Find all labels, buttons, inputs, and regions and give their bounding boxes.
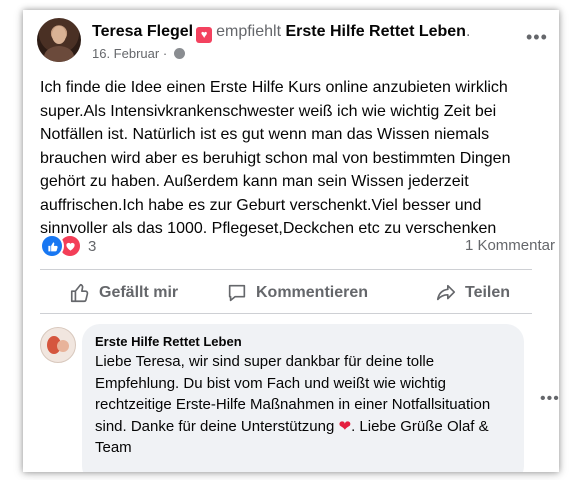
share-button-label: Teilen xyxy=(465,284,511,301)
date-separator: · xyxy=(162,46,168,61)
post-meta: 16. Februar · xyxy=(92,46,185,61)
author-avatar[interactable] xyxy=(37,18,81,62)
comment-count-link[interactable]: 1 Kommentar xyxy=(465,237,555,254)
reaction-summary[interactable]: 3 xyxy=(40,234,97,258)
comment-text: Liebe Teresa, wir sind super dankbar für… xyxy=(95,351,515,459)
like-button[interactable]: Gefällt mir xyxy=(69,280,178,306)
header-period: . xyxy=(465,23,471,40)
like-button-label: Gefällt mir xyxy=(99,284,179,301)
more-horizontal-icon[interactable]: ••• xyxy=(526,28,548,46)
recommend-verb: empfiehlt xyxy=(216,23,282,40)
recommended-page-name[interactable]: Erste Hilfe Rettet Leben xyxy=(285,23,465,40)
post-date[interactable]: 16. Februar xyxy=(92,46,159,61)
comment-author[interactable]: Erste Hilfe Rettet Leben xyxy=(95,334,242,349)
recommend-heart-badge-icon: ♥ xyxy=(196,27,213,43)
post-header: Teresa Flegel ♥ empfiehlt Erste Hilfe Rett… xyxy=(92,22,470,43)
globe-icon xyxy=(173,48,185,59)
comment-bubble-icon xyxy=(228,284,246,302)
share-arrow-icon xyxy=(436,284,456,301)
post-text: Ich finde die Idee einen Erste Hilfe Kur… xyxy=(40,79,511,237)
divider xyxy=(40,269,532,270)
commenter-avatar[interactable] xyxy=(40,327,76,363)
red-heart-icon: ❤ xyxy=(338,417,352,435)
post-card: Teresa Flegel ♥ empfiehlt Erste Hilfe Rett… xyxy=(23,10,559,472)
author-name[interactable]: Teresa Flegel xyxy=(92,23,193,40)
reaction-count: 3 xyxy=(88,237,97,255)
like-reaction-icon xyxy=(40,234,64,258)
divider xyxy=(40,313,532,314)
share-button[interactable]: Teilen xyxy=(435,280,510,306)
comment-more-icon[interactable]: ••• xyxy=(540,391,559,407)
comment-button[interactable]: Kommentieren xyxy=(226,280,368,306)
thumbs-up-icon xyxy=(70,283,89,303)
comment-button-label: Kommentieren xyxy=(256,284,369,301)
